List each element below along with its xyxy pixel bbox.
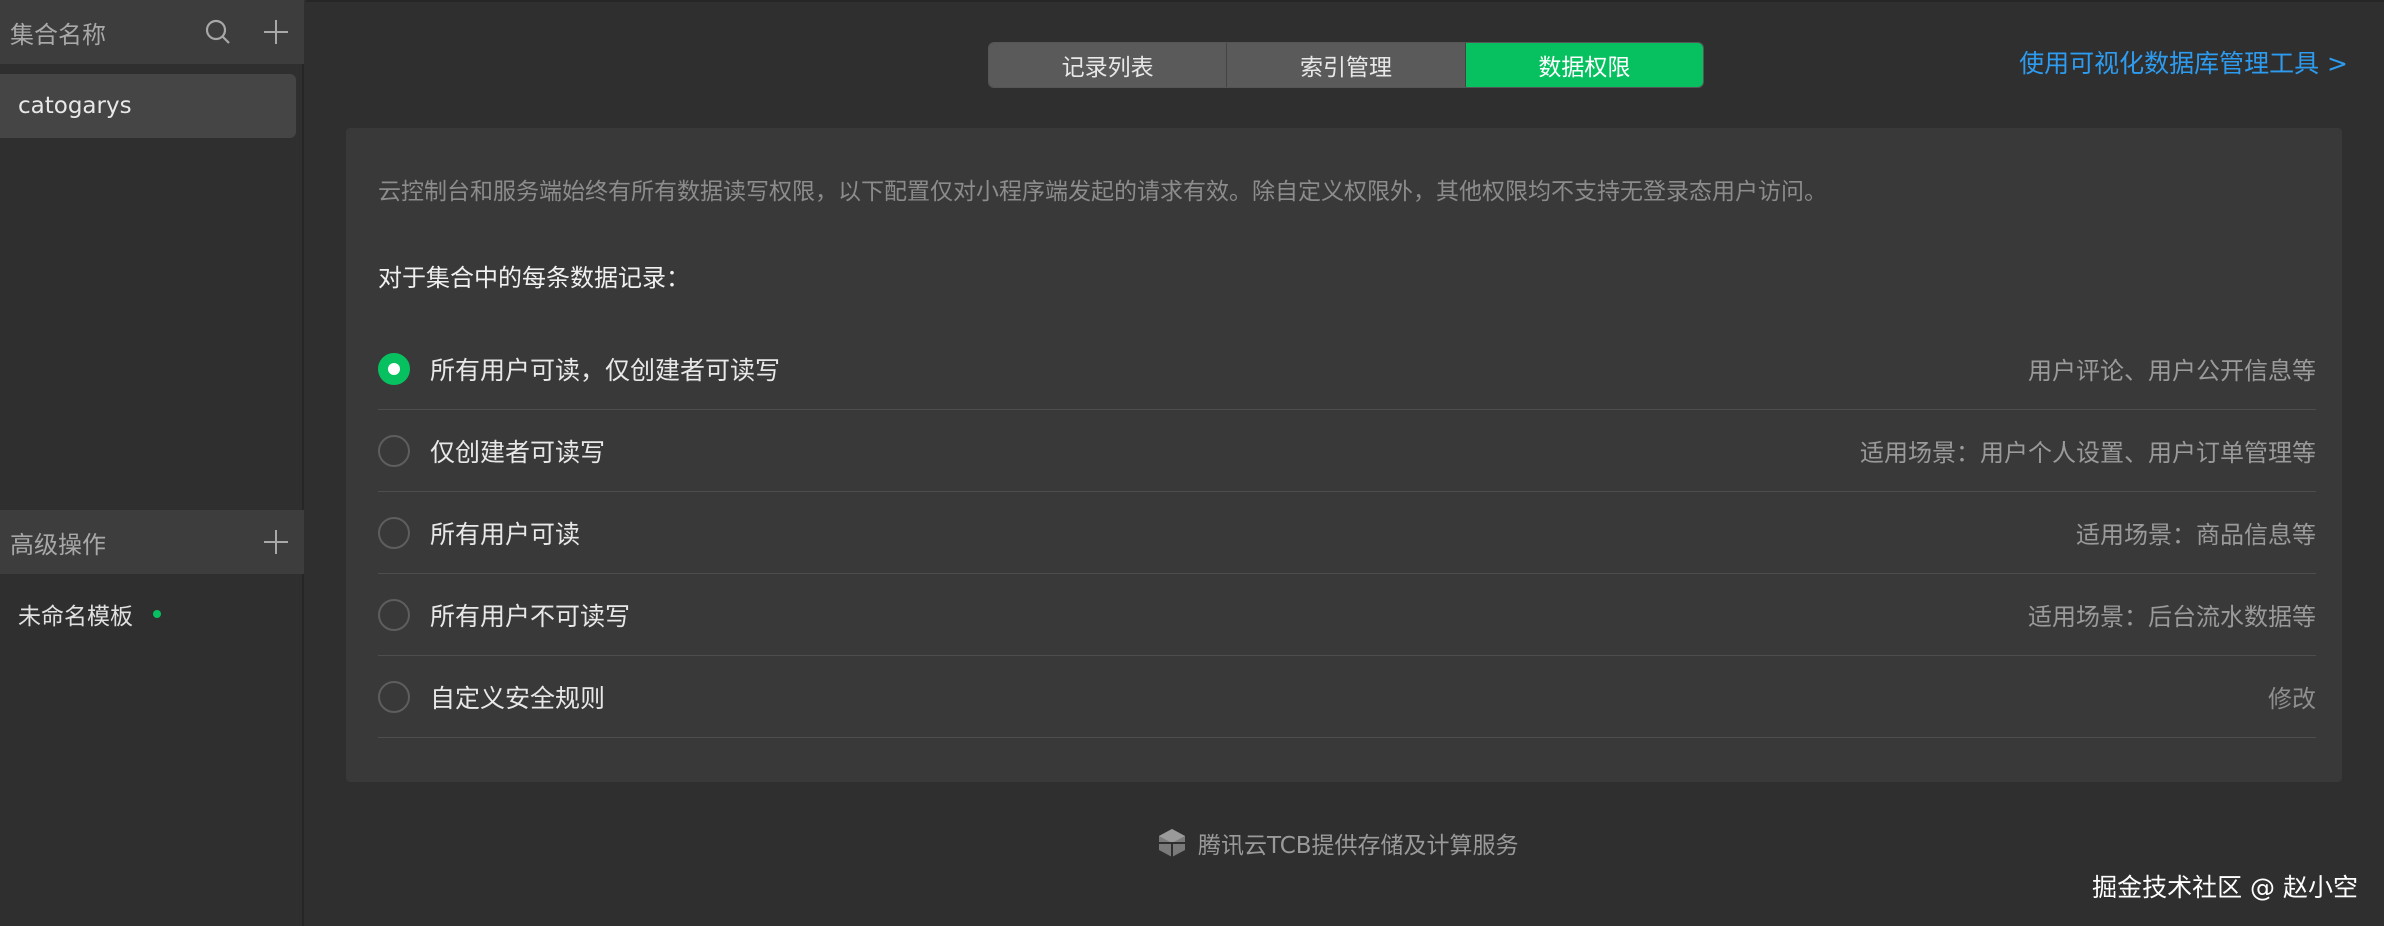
tab-bar: 记录列表 索引管理 数据权限 bbox=[988, 42, 1704, 88]
option-label: 自定义安全规则 bbox=[430, 683, 606, 713]
permission-option-custom-rules[interactable]: 自定义安全规则 修改 bbox=[378, 656, 2316, 738]
main-content: 记录列表 索引管理 数据权限 使用可视化数据库管理工具 > 云控制台和服务端始终… bbox=[306, 0, 2384, 926]
collection-item-label: catogarys bbox=[18, 93, 132, 119]
permission-option-no-access[interactable]: 所有用户不可读写 适用场景：后台流水数据等 bbox=[378, 574, 2316, 656]
permissions-panel: 云控制台和服务端始终有所有数据读写权限，以下配置仅对小程序端发起的请求有效。除自… bbox=[346, 128, 2342, 782]
template-item-label: 未命名模板 bbox=[18, 604, 133, 630]
option-label: 所有用户可读，仅创建者可读写 bbox=[430, 355, 781, 385]
advanced-title: 高级操作 bbox=[10, 530, 106, 559]
tab-records[interactable]: 记录列表 bbox=[989, 43, 1228, 87]
add-template-icon[interactable] bbox=[258, 524, 294, 560]
permission-option-creator-only[interactable]: 仅创建者可读写 适用场景：用户个人设置、用户订单管理等 bbox=[378, 410, 2316, 492]
radio-unchecked-icon[interactable] bbox=[378, 434, 410, 467]
sidebar: 集合名称 catogarys 高级操作 未命名模板 bbox=[0, 0, 304, 926]
visual-db-tool-link[interactable]: 使用可视化数据库管理工具 > bbox=[2019, 42, 2348, 82]
collections-header: 集合名称 bbox=[0, 0, 304, 64]
permission-options: 所有用户可读，仅创建者可读写 用户评论、用户公开信息等 仅创建者可读写 适用场景… bbox=[378, 328, 2316, 738]
option-label: 所有用户不可读写 bbox=[430, 601, 631, 631]
tab-indexes[interactable]: 索引管理 bbox=[1227, 43, 1466, 87]
template-item[interactable]: 未命名模板 bbox=[0, 584, 296, 644]
watermark: 掘金技术社区 @ 赵小空 bbox=[2092, 873, 2358, 902]
top-divider bbox=[306, 0, 2384, 2]
add-collection-icon[interactable] bbox=[258, 14, 294, 50]
radio-unchecked-icon[interactable] bbox=[378, 598, 410, 631]
footer: 腾讯云TCB提供存储及计算服务 bbox=[1156, 826, 1519, 860]
collection-item-catogarys[interactable]: catogarys bbox=[0, 74, 296, 138]
footer-text: 腾讯云TCB提供存储及计算服务 bbox=[1198, 833, 1519, 859]
radio-unchecked-icon[interactable] bbox=[378, 516, 410, 549]
tab-permissions[interactable]: 数据权限 bbox=[1465, 43, 1703, 87]
option-label: 仅创建者可读写 bbox=[430, 437, 606, 467]
radio-unchecked-icon[interactable] bbox=[378, 680, 410, 713]
tencent-cloud-logo-icon bbox=[1156, 827, 1188, 859]
advanced-header: 高级操作 bbox=[0, 510, 304, 574]
permission-option-all-read-creator-write[interactable]: 所有用户可读，仅创建者可读写 用户评论、用户公开信息等 bbox=[378, 328, 2316, 410]
collections-title: 集合名称 bbox=[10, 20, 106, 49]
option-hint: 适用场景：用户个人设置、用户订单管理等 bbox=[1860, 439, 2316, 467]
radio-checked-icon[interactable] bbox=[378, 352, 410, 385]
option-hint: 适用场景：商品信息等 bbox=[2076, 521, 2316, 549]
permissions-description: 云控制台和服务端始终有所有数据读写权限，以下配置仅对小程序端发起的请求有效。除自… bbox=[378, 179, 1827, 205]
option-hint: 适用场景：后台流水数据等 bbox=[2028, 603, 2316, 631]
permission-option-all-read[interactable]: 所有用户可读 适用场景：商品信息等 bbox=[378, 492, 2316, 574]
search-icon[interactable] bbox=[200, 14, 236, 50]
status-dot-icon bbox=[153, 610, 161, 618]
edit-rules-link[interactable]: 修改 bbox=[2268, 679, 2316, 714]
permissions-subtitle: 对于集合中的每条数据记录： bbox=[378, 264, 690, 292]
app-window: 集合名称 catogarys 高级操作 未命名模板 记录列表 索引管理 数据权限… bbox=[0, 0, 2384, 926]
option-hint: 用户评论、用户公开信息等 bbox=[2028, 357, 2316, 385]
option-label: 所有用户可读 bbox=[430, 519, 581, 549]
